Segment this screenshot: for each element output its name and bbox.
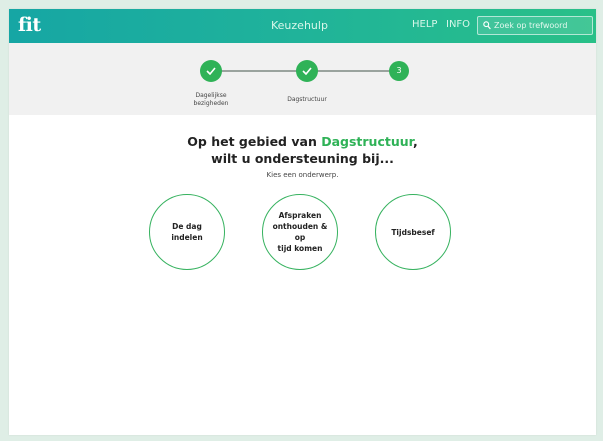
fit-logo[interactable]: fit	[18, 14, 41, 36]
app-frame: fit Keuzehulp HELP INFO 3 Dagelijkse	[9, 9, 596, 435]
search-input[interactable]	[494, 18, 590, 33]
page-title: Keuzehulp	[271, 19, 328, 32]
step-connector	[318, 70, 400, 72]
check-icon	[302, 67, 312, 76]
heading-prefix: Op het gebied van	[187, 134, 322, 149]
top-navigation-bar: fit Keuzehulp HELP INFO	[9, 9, 596, 43]
info-link[interactable]: INFO	[446, 19, 470, 30]
topic-label-line1: Afspraken	[278, 211, 322, 220]
topic-label-line2: onthouden & op	[272, 222, 328, 242]
topic-de-dag-indelen[interactable]: De dag indelen	[149, 194, 225, 270]
topic-label: De dag indelen	[171, 222, 203, 242]
search-box[interactable]	[477, 16, 593, 35]
step-1-label-line1: Dagelijkse	[195, 92, 227, 99]
topic-label-line3: tijd komen	[277, 244, 323, 253]
topic-afspraken[interactable]: Afspraken onthouden & op tijd komen	[262, 194, 338, 270]
step-1-label: Dagelijkse bezigheden	[181, 92, 241, 108]
main-heading-line2: wilt u ondersteuning bij...	[211, 151, 394, 166]
check-icon	[206, 67, 216, 76]
search-icon	[483, 21, 491, 30]
topic-tijdsbesef[interactable]: Tijdsbesef	[375, 194, 451, 270]
step-1-done[interactable]	[200, 60, 222, 82]
heading-category: Dagstructuur	[321, 134, 413, 149]
topic-label: Tijdsbesef	[391, 227, 435, 237]
main-heading-line1: Op het gebied van Dagstructuur,	[9, 134, 596, 149]
help-link[interactable]: HELP	[412, 19, 437, 30]
step-3-current: 3	[389, 61, 409, 81]
step-2-done[interactable]	[296, 60, 318, 82]
subtitle: Kies een onderwerp.	[266, 171, 339, 179]
step-2-label: Dagstructuur	[287, 96, 327, 103]
topic-label: Afspraken onthouden & op tijd komen	[269, 210, 331, 254]
progress-steps: 3 Dagelijkse bezigheden Dagstructuur	[9, 43, 596, 115]
step-1-label-line2: bezigheden	[193, 100, 229, 107]
heading-suffix: ,	[412, 134, 418, 149]
